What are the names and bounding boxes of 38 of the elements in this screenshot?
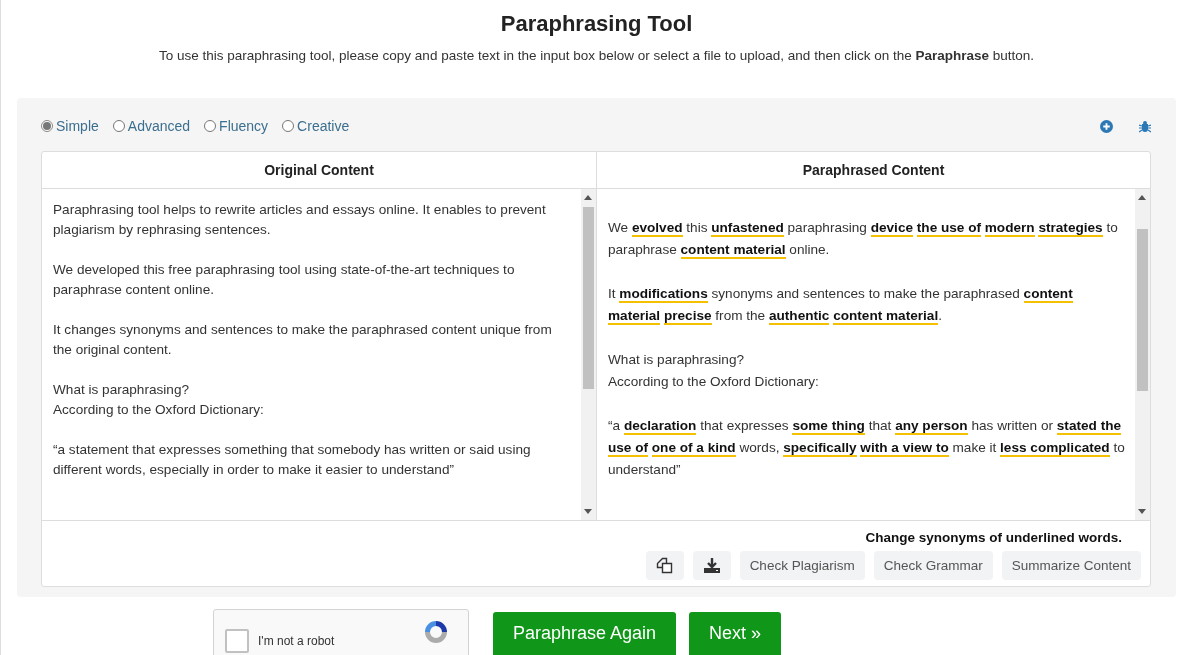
action-button[interactable]: Check Plagiarism [739, 551, 865, 580]
paragraph: We developed this free paraphrasing tool using state-of-the-art techniques to paraphrase content online. [53, 261, 516, 299]
add-icon[interactable] [1100, 119, 1113, 133]
bug-icon[interactable] [1139, 119, 1151, 133]
scrollbar[interactable] [1135, 189, 1150, 520]
captcha-logo-icon [422, 618, 450, 646]
copy-icon [656, 557, 674, 574]
paragraph: What is paraphrasing? According to the Oxford Dictionary: [53, 381, 265, 419]
page-title: Paraphrasing Tool [499, 11, 694, 37]
radio-button[interactable] [282, 120, 295, 132]
column-heading: Original Content [42, 152, 596, 189]
paragraph: We evolved this unfastened paraphrasing device the use of modern strategies to paraphrase content material online. [608, 219, 1119, 261]
action-button[interactable]: Paraphrase Again [493, 612, 677, 655]
paragraph: “a declaration that expresses some thing that any person has written or stated the use of one of a kind words, specifically with a view to make it less complicated to understand” [608, 417, 1125, 479]
paragraph: It changes synonyms and sentences to make the paraphrased content unique from the original content. [53, 321, 553, 359]
mode-label[interactable]: Simple [56, 118, 99, 134]
checkbox[interactable] [225, 629, 249, 653]
paragraph: Paraphrasing tool helps to rewrite articles and essays online. It enables to prevent plagiarism by rephrasing sentences. [53, 201, 547, 239]
action-button[interactable]: Check Grammar [873, 551, 993, 580]
captcha-label: I'm not a robot [258, 634, 335, 648]
copy-button[interactable] [645, 551, 684, 580]
download-icon [703, 558, 720, 573]
column-heading: Paraphrased Content [597, 152, 1150, 189]
action-button[interactable]: Next » [689, 612, 782, 655]
radio-button[interactable] [41, 120, 53, 132]
download-button[interactable] [692, 551, 731, 580]
mode-label[interactable]: Advanced [127, 118, 191, 134]
paragraph: What is paraphrasing? According to the Oxford Dictionary: [608, 351, 820, 391]
radio-button[interactable] [112, 120, 125, 132]
radio-button[interactable] [204, 120, 217, 132]
mode-label[interactable]: Creative [297, 118, 350, 134]
intro-text: To use this paraphrasing tool, please copy and paste text in the input box below or select a file to upload, and then click on the Paraphrase button. [157, 47, 1036, 65]
paragraph: “a statement that expresses something that somebody has written or said using different words, especially in order to make it easier to understand” [53, 441, 532, 479]
mode-label[interactable]: Fluency [219, 118, 269, 134]
paragraph: It modifications synonyms and sentences to make the paraphrased content material precise from the authentic content material. [608, 285, 1074, 327]
scrollbar[interactable] [581, 189, 596, 520]
action-button[interactable]: Summarize Content [1001, 551, 1141, 580]
hint-text: Change synonyms of underlined words. [865, 530, 1122, 545]
